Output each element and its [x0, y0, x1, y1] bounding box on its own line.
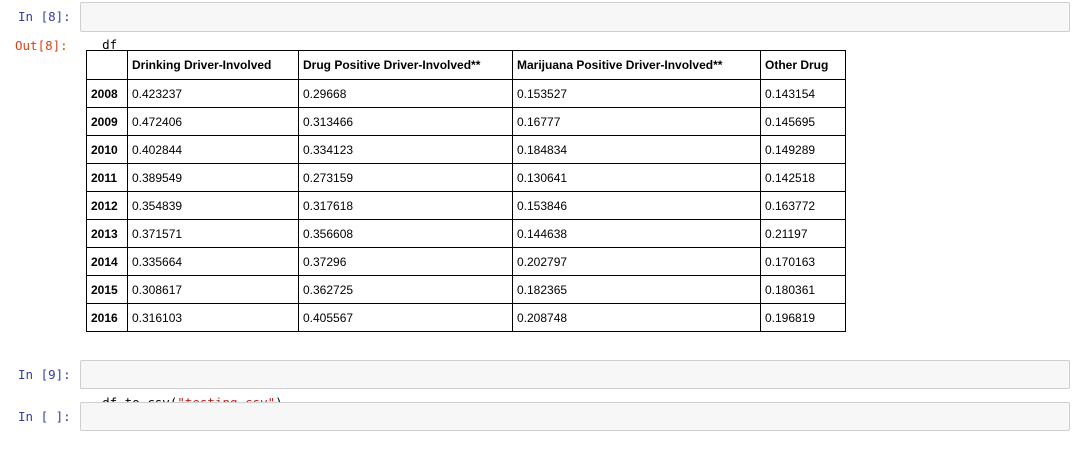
table-cell: 0.142518: [760, 163, 846, 192]
column-header: Other Drug: [760, 50, 846, 80]
table-cell: 0.354839: [127, 191, 299, 220]
table-cell: 0.356608: [298, 219, 513, 248]
dataframe-table: Drinking Driver-Involved Drug Positive D…: [86, 50, 846, 332]
table-cell: 0.405567: [298, 303, 513, 332]
table-cell: 0.29668: [298, 79, 513, 108]
table-cell: 0.180361: [760, 275, 846, 304]
table-row: 2015 0.308617 0.362725 0.182365 0.180361: [86, 275, 846, 304]
table-cell: 0.402844: [127, 135, 299, 164]
table-cell: 0.423237: [127, 79, 299, 108]
table-cell: 0.182365: [512, 275, 761, 304]
in-prompt-9: In [9]:: [18, 367, 71, 382]
out-prompt-8: Out[8]:: [15, 38, 68, 53]
table-cell: 0.202797: [512, 247, 761, 276]
in-prompt-empty: In [ ]:: [18, 409, 71, 424]
in-prompt-8: In [8]:: [18, 9, 71, 24]
table-cell: 0.208748: [512, 303, 761, 332]
code-input-9[interactable]: df.to_csv("testing.csv"): [80, 360, 1070, 410]
table-cell: 0.313466: [298, 107, 513, 136]
table-cell: 0.37296: [298, 247, 513, 276]
table-row: 2010 0.402844 0.334123 0.184834 0.149289: [86, 135, 846, 164]
table-row: 2014 0.335664 0.37296 0.202797 0.170163: [86, 247, 846, 276]
table-cell: 0.472406: [127, 107, 299, 136]
table-cell: 0.149289: [760, 135, 846, 164]
table-row: 2009 0.472406 0.313466 0.16777 0.145695: [86, 107, 846, 136]
table-cell: 0.21197: [760, 219, 846, 248]
table-cell: 0.144638: [512, 219, 761, 248]
code-input-8[interactable]: df: [80, 2, 1070, 52]
table-cell: 0.153846: [512, 191, 761, 220]
table-header-row: Drinking Driver-Involved Drug Positive D…: [86, 50, 846, 80]
table-row: 2016 0.316103 0.405567 0.208748 0.196819: [86, 303, 846, 332]
table-cell: 0.389549: [127, 163, 299, 192]
table-cell: 0.170163: [760, 247, 846, 276]
column-header: Drug Positive Driver-Involved**: [298, 50, 513, 80]
column-header: Drinking Driver-Involved: [127, 50, 299, 80]
row-index-label: 2012: [86, 191, 128, 220]
index-header: [86, 50, 128, 80]
table-cell: 0.153527: [512, 79, 761, 108]
table-cell: 0.145695: [760, 107, 846, 136]
table-row: 2013 0.371571 0.356608 0.144638 0.21197: [86, 219, 846, 248]
row-index-label: 2011: [86, 163, 128, 192]
table-cell: 0.317618: [298, 191, 513, 220]
table-cell: 0.316103: [127, 303, 299, 332]
table-cell: 0.371571: [127, 219, 299, 248]
table-cell: 0.308617: [127, 275, 299, 304]
row-index-label: 2015: [86, 275, 128, 304]
table-cell: 0.334123: [298, 135, 513, 164]
row-index-label: 2010: [86, 135, 128, 164]
table-row: 2012 0.354839 0.317618 0.153846 0.163772: [86, 191, 846, 220]
table-cell: 0.163772: [760, 191, 846, 220]
row-index-label: 2009: [86, 107, 128, 136]
row-index-label: 2013: [86, 219, 128, 248]
table-cell: 0.273159: [298, 163, 513, 192]
table-row: 2011 0.389549 0.273159 0.130641 0.142518: [86, 163, 846, 192]
row-index-label: 2014: [86, 247, 128, 276]
table-cell: 0.184834: [512, 135, 761, 164]
table-cell: 0.16777: [512, 107, 761, 136]
code-input-empty[interactable]: [80, 402, 1070, 431]
row-index-label: 2008: [86, 79, 128, 108]
table-cell: 0.335664: [127, 247, 299, 276]
column-header: Marijuana Positive Driver-Involved**: [512, 50, 761, 80]
table-cell: 0.196819: [760, 303, 846, 332]
table-cell: 0.143154: [760, 79, 846, 108]
table-row: 2008 0.423237 0.29668 0.153527 0.143154: [86, 79, 846, 108]
table-cell: 0.362725: [298, 275, 513, 304]
row-index-label: 2016: [86, 303, 128, 332]
table-cell: 0.130641: [512, 163, 761, 192]
